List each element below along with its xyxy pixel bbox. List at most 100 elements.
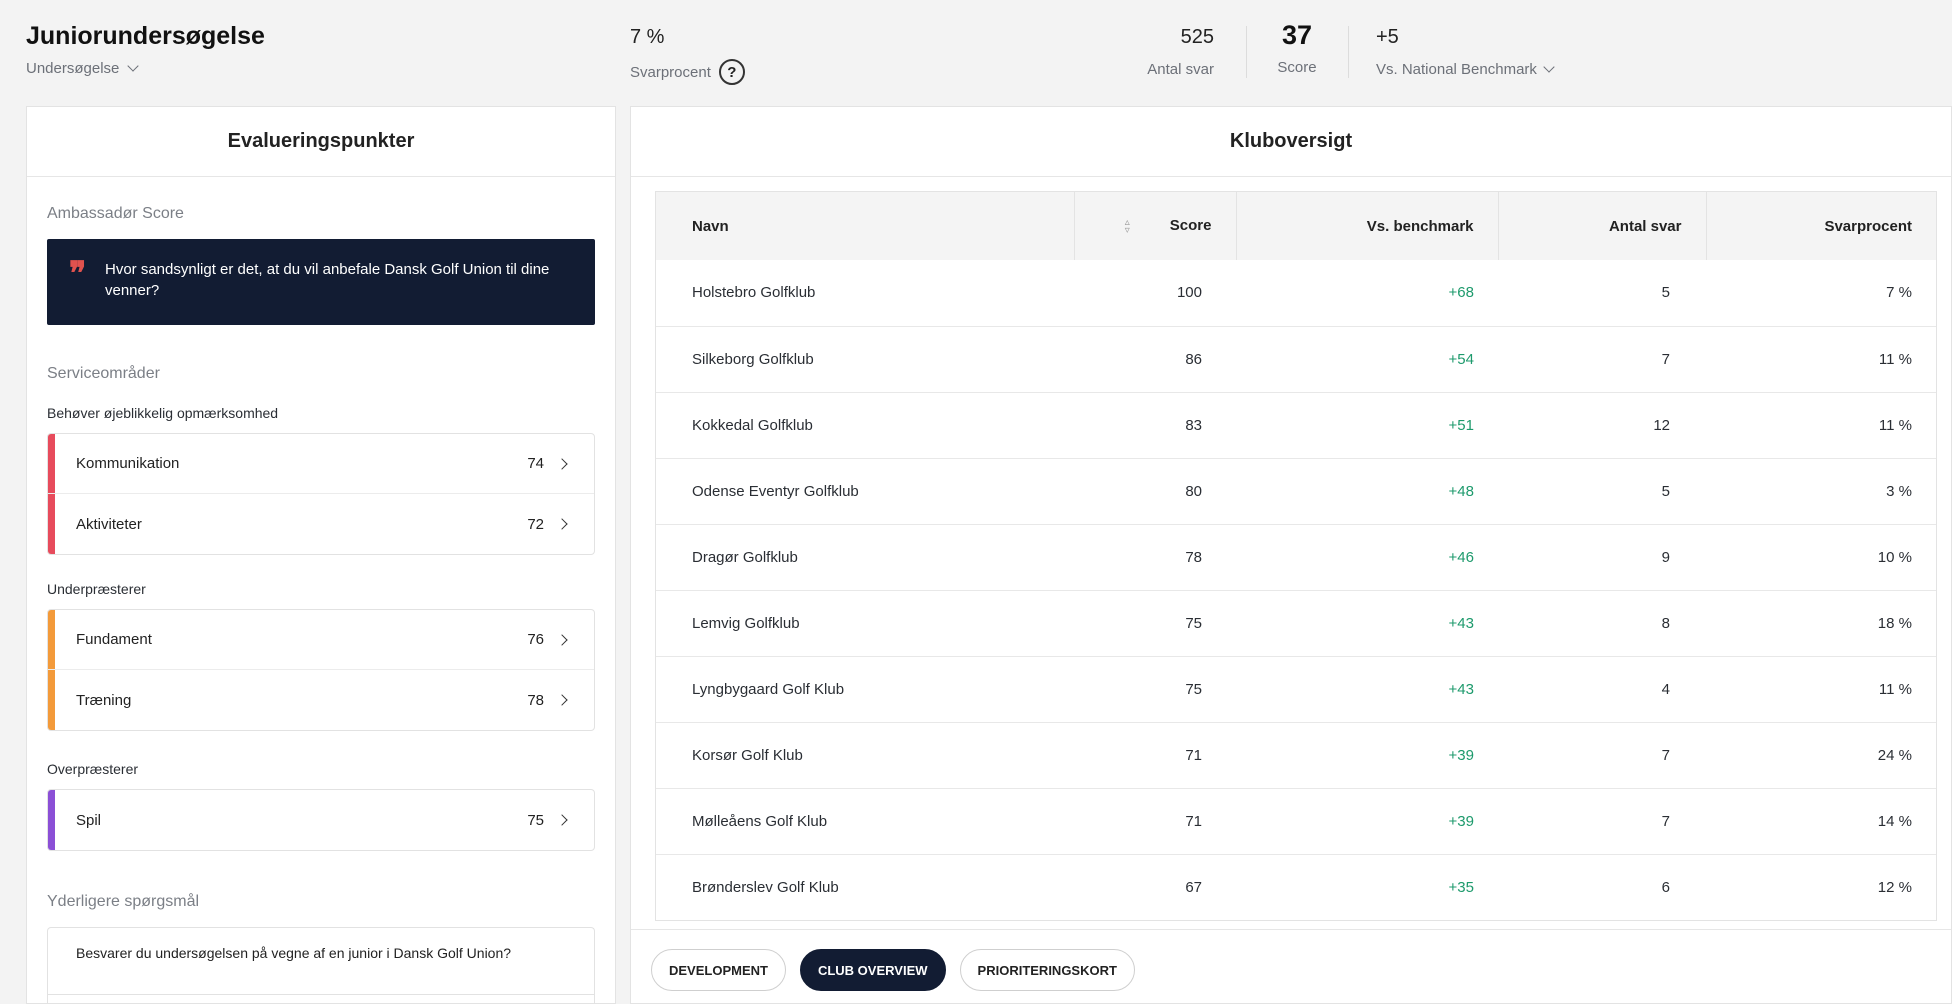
quote-icon: ❞ <box>69 254 87 292</box>
column-header-rate[interactable]: Svarprocent <box>1706 192 1936 260</box>
sort-icon[interactable]: ▵ ▿ <box>1125 217 1130 235</box>
club-responses-cell: 5 <box>1498 260 1706 327</box>
divider <box>48 994 594 995</box>
club-responses-cell: 7 <box>1498 788 1706 855</box>
club-score-cell: 71 <box>1074 722 1236 789</box>
chevron-right-icon <box>556 694 568 706</box>
club-table: Navn ▵ ▿ Score Vs. benchmark Antal svar Sv… <box>655 191 1937 921</box>
service-item-label: Kommunikation <box>76 455 180 472</box>
survey-dropdown[interactable]: Undersøgelse <box>26 60 140 77</box>
response-rate-stat: 7 % Svarprocent ? <box>630 26 745 85</box>
table-row[interactable]: Dragør Golfklub 78 +46 9 10 % <box>656 524 1936 591</box>
view-tabs: DEVELOPMENT CLUB OVERVIEW PRIORITERINGSK… <box>651 949 1135 991</box>
divider <box>1348 26 1349 78</box>
evaluation-panel: Evalueringspunkter Ambassadør Score ❞ Hv… <box>26 106 616 1004</box>
club-name-cell: Holstebro Golfklub <box>656 260 1074 327</box>
club-rate-cell: 12 % <box>1706 854 1936 920</box>
club-benchmark-cell: +39 <box>1236 722 1498 789</box>
panel-title: Evalueringspunkter <box>27 107 615 177</box>
chevron-right-icon <box>556 814 568 826</box>
tab-development[interactable]: DEVELOPMENT <box>651 949 786 991</box>
ambassador-question-card[interactable]: ❞ Hvor sandsynligt er det, at du vil anb… <box>47 239 595 325</box>
help-circle-icon[interactable]: ? <box>718 59 745 85</box>
club-benchmark-cell: +39 <box>1236 788 1498 855</box>
column-header-name[interactable]: Navn <box>656 192 1075 260</box>
club-name-cell: Korsør Golf Klub <box>656 722 1074 789</box>
chevron-down-icon <box>1543 61 1555 73</box>
table-row[interactable]: Mølleåens Golf Klub 71 +39 7 14 % <box>656 788 1936 855</box>
service-item-label: Aktiviteter <box>76 515 142 533</box>
table-row[interactable]: Lyngbygaard Golf Klub 75 +43 4 11 % <box>656 656 1936 723</box>
club-name-cell: Mølleåens Golf Klub <box>656 788 1074 855</box>
score-value: 37 <box>1281 20 1313 50</box>
club-benchmark-cell: +43 <box>1236 656 1498 723</box>
ambassador-question: Hvor sandsynligt er det, at du vil anbef… <box>105 261 550 299</box>
extra-question-text: Besvarer du undersøgelsen på vegne af en… <box>76 945 512 961</box>
tab-prioriteringskort[interactable]: PRIORITERINGSKORT <box>959 949 1135 991</box>
club-score-cell: 83 <box>1074 392 1236 459</box>
column-header-label: Score <box>1169 217 1212 235</box>
club-score-cell: 100 <box>1074 260 1236 327</box>
service-item-label: Træning <box>76 691 132 709</box>
responses-label: Antal svar <box>1147 61 1214 78</box>
table-row[interactable]: Holstebro Golfklub 100 +68 5 7 % <box>656 260 1936 327</box>
benchmark-stat: +5 Vs. National Benchmark <box>1376 26 1555 78</box>
club-rate-cell: 10 % <box>1706 524 1936 591</box>
top-stats-bar: Juniorundersøgelse Undersøgelse 7 % Svar… <box>0 0 1952 100</box>
service-item-score: 76 <box>527 631 544 648</box>
ambassador-label: Ambassadør Score <box>47 205 184 222</box>
group-label: Overpræsterer <box>47 761 139 777</box>
club-name-cell: Dragør Golfklub <box>656 524 1074 591</box>
extra-question-item[interactable]: Besvarer du undersøgelsen på vegne af en… <box>47 927 595 1004</box>
table-row[interactable]: Lemvig Golfklub 75 +43 8 18 % <box>656 590 1936 657</box>
club-benchmark-cell: +46 <box>1236 524 1498 591</box>
column-header-responses[interactable]: Antal svar <box>1498 192 1707 260</box>
club-benchmark-cell: +48 <box>1236 458 1498 525</box>
club-responses-cell: 5 <box>1498 458 1706 525</box>
column-header-benchmark[interactable]: Vs. benchmark <box>1236 192 1499 260</box>
responses-stat: 525 Antal svar <box>1147 26 1214 78</box>
club-score-cell: 75 <box>1074 590 1236 657</box>
club-responses-cell: 8 <box>1498 590 1706 657</box>
column-header-score[interactable]: ▵ ▿ Score <box>1074 192 1237 260</box>
service-item-fundament[interactable]: Fundament 76 <box>48 610 594 670</box>
club-rate-cell: 14 % <box>1706 788 1936 855</box>
club-benchmark-cell: +35 <box>1236 854 1498 920</box>
club-benchmark-cell: +68 <box>1236 260 1498 327</box>
service-item-score: 72 <box>527 515 544 533</box>
service-item-score: 78 <box>527 691 544 709</box>
table-row[interactable]: Silkeborg Golfklub 86 +54 7 11 % <box>656 326 1936 393</box>
club-name-cell: Lyngbygaard Golf Klub <box>656 656 1074 723</box>
club-name-cell: Odense Eventyr Golfklub <box>656 458 1074 525</box>
table-row[interactable]: Korsør Golf Klub 71 +39 7 24 % <box>656 722 1936 789</box>
chevron-right-icon <box>556 457 568 470</box>
divider <box>631 929 1951 930</box>
page-title: Juniorundersøgelse <box>26 22 265 50</box>
table-header-row: Navn ▵ ▿ Score Vs. benchmark Antal svar Sv… <box>656 192 1936 260</box>
club-responses-cell: 7 <box>1498 326 1706 393</box>
club-responses-cell: 7 <box>1498 722 1706 789</box>
club-responses-cell: 9 <box>1498 524 1706 591</box>
response-rate-value: 7 % <box>630 26 665 48</box>
club-name-cell: Lemvig Golfklub <box>656 590 1074 657</box>
club-score-cell: 86 <box>1074 326 1236 393</box>
service-item-aktiviteter[interactable]: Aktiviteter 72 <box>48 494 594 554</box>
chevron-right-icon <box>556 633 568 646</box>
club-score-cell: 80 <box>1074 458 1236 525</box>
divider <box>1246 26 1247 78</box>
service-item-score: 75 <box>527 811 544 829</box>
chevron-down-icon <box>127 60 140 72</box>
service-item-traening[interactable]: Træning 78 <box>48 670 594 730</box>
service-item-kommunikation[interactable]: Kommunikation 74 <box>48 434 594 494</box>
club-benchmark-cell: +51 <box>1236 392 1498 459</box>
club-responses-cell: 4 <box>1498 656 1706 723</box>
table-row[interactable]: Odense Eventyr Golfklub 80 +48 5 3 % <box>656 458 1936 525</box>
score-stat: 37 Score <box>1270 20 1324 76</box>
club-benchmark-cell: +54 <box>1236 326 1498 393</box>
benchmark-dropdown[interactable]: Vs. National Benchmark <box>1376 61 1555 78</box>
group-overperforming: Spil 75 <box>47 789 595 851</box>
table-row[interactable]: Brønderslev Golf Klub 67 +35 6 12 % <box>656 854 1936 920</box>
tab-club-overview[interactable]: CLUB OVERVIEW <box>799 949 946 991</box>
service-item-spil[interactable]: Spil 75 <box>48 790 594 850</box>
table-row[interactable]: Kokkedal Golfklub 83 +51 12 11 % <box>656 392 1936 459</box>
